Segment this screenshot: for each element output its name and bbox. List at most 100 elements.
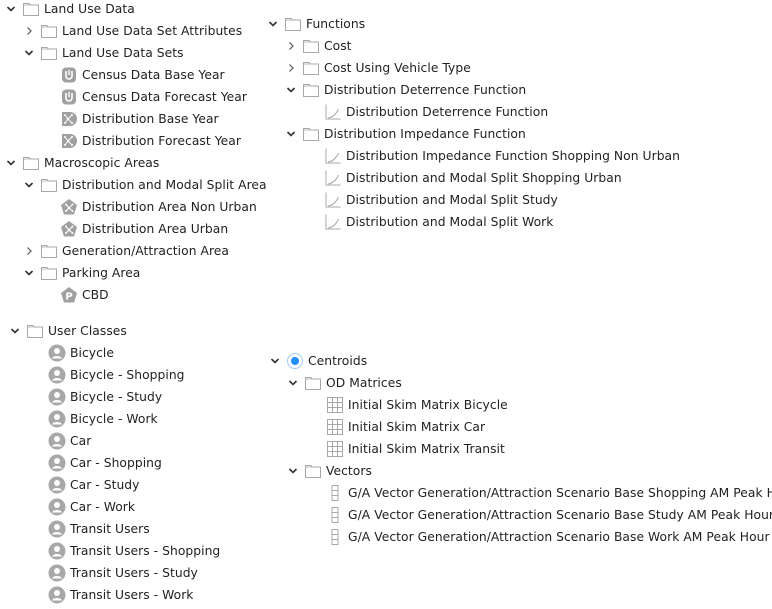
tree-item-parking-area[interactable]: Parking Area	[22, 262, 140, 284]
tree-item-label: Car - Work	[70, 500, 136, 514]
tree-item-label: Functions	[306, 17, 366, 31]
folder-icon	[40, 242, 58, 260]
folder-icon	[40, 44, 58, 62]
chevron-down-icon[interactable]	[284, 83, 298, 97]
tree-item-functions[interactable]: Functions	[266, 13, 365, 35]
tree-item-initial-skim-matrix-bicycle[interactable]: Initial Skim Matrix Bicycle	[326, 394, 508, 416]
chevron-down-icon[interactable]	[4, 156, 18, 170]
chevron-right-icon[interactable]	[284, 39, 298, 53]
tree-item-od-matrices[interactable]: OD Matrices	[286, 372, 402, 394]
chevron-down-icon[interactable]	[4, 2, 18, 16]
tree-item-distribution-area-non-urban[interactable]: Distribution Area Non Urban	[60, 196, 257, 218]
tree-item-census-data-forecast-year[interactable]: Census Data Forecast Year	[60, 86, 247, 108]
tree-item-macroscopic-areas[interactable]: Macroscopic Areas	[4, 152, 159, 174]
chevron-right-icon[interactable]	[284, 61, 298, 75]
tree-item-distribution-and-modal-split-work[interactable]: Distribution and Modal Split Work	[324, 211, 553, 233]
tree-item-bicycle-shopping[interactable]: Bicycle - Shopping	[48, 364, 185, 386]
chevron-down-icon[interactable]	[22, 178, 36, 192]
tree-item-car-work[interactable]: Car - Work	[48, 496, 135, 518]
chevron-right-icon[interactable]	[22, 244, 36, 258]
tree-item-g-a-vector-generation-attraction-scenario-base-study-am-peak-hour[interactable]: G/A Vector Generation/Attraction Scenari…	[326, 504, 772, 526]
tree-item-label: Cost Using Vehicle Type	[324, 61, 471, 75]
distribution-icon	[60, 132, 78, 150]
tree-item-distribution-and-modal-split-shopping-urban[interactable]: Distribution and Modal Split Shopping Ur…	[324, 167, 622, 189]
parking-icon: P	[60, 286, 78, 304]
tree-item-car-shopping[interactable]: Car - Shopping	[48, 452, 162, 474]
user-class-icon	[48, 586, 66, 604]
tree-item-cbd[interactable]: P CBD	[60, 284, 109, 306]
tree-item-distribution-area-urban[interactable]: Distribution Area Urban	[60, 218, 228, 240]
tree-item-label: Distribution Deterrence Function	[346, 105, 549, 119]
tree-item-bicycle-study[interactable]: Bicycle - Study	[48, 386, 162, 408]
tree-item-car-study[interactable]: Car - Study	[48, 474, 140, 496]
function-curve-icon	[324, 213, 342, 231]
user-class-icon	[48, 498, 66, 516]
tree-item-land-use-data-set-attributes[interactable]: Land Use Data Set Attributes	[22, 20, 242, 42]
tree-item-label: Distribution Area Urban	[82, 222, 229, 236]
chevron-down-icon[interactable]	[286, 464, 300, 478]
tree-item-label: Cost	[324, 39, 352, 53]
tree-item-transit-users-study[interactable]: Transit Users - Study	[48, 562, 198, 584]
tree-item-distribution-forecast-year[interactable]: Distribution Forecast Year	[60, 130, 241, 152]
matrix-icon	[326, 440, 344, 458]
tree-item-cost-using-vehicle-type[interactable]: Cost Using Vehicle Type	[284, 57, 471, 79]
tree-item-transit-users[interactable]: Transit Users	[48, 518, 150, 540]
tree-item-distribution-deterrence-function[interactable]: Distribution Deterrence Function	[284, 79, 526, 101]
user-class-icon	[48, 388, 66, 406]
tree-item-label: Car - Study	[70, 478, 140, 492]
tree-item-initial-skim-matrix-transit[interactable]: Initial Skim Matrix Transit	[326, 438, 505, 460]
tree-item-label: OD Matrices	[326, 376, 402, 390]
tree-item-initial-skim-matrix-car[interactable]: Initial Skim Matrix Car	[326, 416, 485, 438]
tree-item-distribution-impedance-function[interactable]: Distribution Impedance Function	[284, 123, 526, 145]
tree-item-label: Vectors	[326, 464, 372, 478]
tree-item-user-classes[interactable]: User Classes	[8, 320, 127, 342]
tree-item-label: User Classes	[48, 324, 127, 338]
tree-item-label: Centroids	[308, 354, 368, 368]
user-class-icon	[48, 476, 66, 494]
tree-item-label: Initial Skim Matrix Bicycle	[348, 398, 508, 412]
chevron-down-icon[interactable]	[268, 354, 282, 368]
tree-item-vectors[interactable]: Vectors	[286, 460, 372, 482]
tree-item-label: Bicycle - Work	[70, 412, 158, 426]
tree-item-label: Distribution and Modal Split Area	[62, 178, 267, 192]
user-class-icon	[48, 542, 66, 560]
tree-item-transit-users-work[interactable]: Transit Users - Work	[48, 584, 193, 606]
tree-item-generation-attraction-area[interactable]: Generation/Attraction Area	[22, 240, 229, 262]
tree-item-land-use-data[interactable]: Land Use Data	[4, 0, 135, 20]
tree-item-label: Census Data Base Year	[82, 68, 225, 82]
tree-item-centroids[interactable]: Centroids	[268, 350, 367, 372]
chevron-down-icon[interactable]	[22, 46, 36, 60]
tree-item-cost[interactable]: Cost	[284, 35, 352, 57]
folder-icon	[40, 176, 58, 194]
tree-item-label: Car	[70, 434, 92, 448]
tree-item-car[interactable]: Car	[48, 430, 91, 452]
tree-item-transit-users-shopping[interactable]: Transit Users - Shopping	[48, 540, 220, 562]
tree-item-label: Initial Skim Matrix Transit	[348, 442, 505, 456]
tree-item-bicycle-work[interactable]: Bicycle - Work	[48, 408, 158, 430]
tree-item-distribution-base-year[interactable]: Distribution Base Year	[60, 108, 219, 130]
folder-icon	[302, 37, 320, 55]
tree-item-bicycle[interactable]: Bicycle	[48, 342, 114, 364]
chevron-down-icon[interactable]	[284, 127, 298, 141]
chevron-down-icon[interactable]	[8, 324, 22, 338]
function-curve-icon	[324, 147, 342, 165]
vector-icon	[326, 484, 344, 502]
tree-item-distribution-deterrence-function[interactable]: Distribution Deterrence Function	[324, 101, 548, 123]
tree-item-label: Generation/Attraction Area	[62, 244, 229, 258]
tree-item-census-data-base-year[interactable]: Census Data Base Year	[60, 64, 225, 86]
tree-item-distribution-and-modal-split-study[interactable]: Distribution and Modal Split Study	[324, 189, 558, 211]
folder-icon	[302, 125, 320, 143]
function-curve-icon	[324, 169, 342, 187]
tree-item-label: Macroscopic Areas	[44, 156, 160, 170]
tree-item-land-use-data-sets[interactable]: Land Use Data Sets	[22, 42, 184, 64]
matrix-icon	[326, 396, 344, 414]
chevron-down-icon[interactable]	[286, 376, 300, 390]
matrix-icon	[326, 418, 344, 436]
tree-item-g-a-vector-generation-attraction-scenario-base-work-am-peak-hour[interactable]: G/A Vector Generation/Attraction Scenari…	[326, 526, 770, 548]
tree-item-distribution-and-modal-split-area[interactable]: Distribution and Modal Split Area	[22, 174, 267, 196]
chevron-down-icon[interactable]	[22, 266, 36, 280]
tree-item-distribution-impedance-function-shopping-non-urban[interactable]: Distribution Impedance Function Shopping…	[324, 145, 680, 167]
chevron-down-icon[interactable]	[266, 17, 280, 31]
chevron-right-icon[interactable]	[22, 24, 36, 38]
tree-item-g-a-vector-generation-attraction-scenario-base-shopping-am-peak-hour[interactable]: G/A Vector Generation/Attraction Scenari…	[326, 482, 772, 504]
